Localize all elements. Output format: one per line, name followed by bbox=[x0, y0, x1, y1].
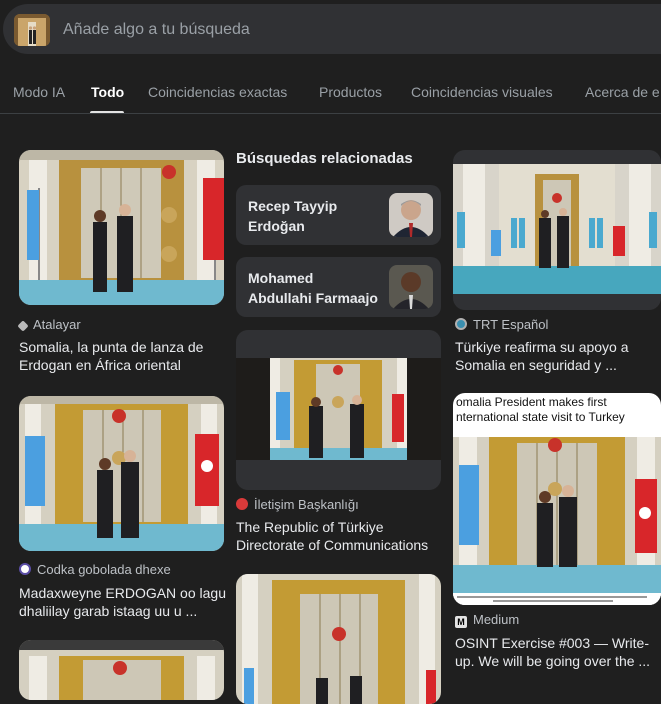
tab-acerca-de[interactable]: Acerca de e bbox=[585, 84, 660, 100]
tab-coincidencias-visuales[interactable]: Coincidencias visuales bbox=[411, 84, 553, 100]
tab-todo[interactable]: Todo bbox=[91, 84, 124, 100]
related-item-thumbnail bbox=[389, 193, 433, 237]
codka-favicon bbox=[19, 563, 31, 575]
search-image-thumbnail[interactable] bbox=[14, 14, 50, 46]
related-item-erdogan[interactable]: Recep Tayyip Erdoğan bbox=[236, 185, 441, 245]
result-title[interactable]: The Republic of Türkiye Directorate of C… bbox=[236, 518, 446, 554]
tabs-divider bbox=[0, 113, 661, 114]
related-searches-heading: Búsquedas relacionadas bbox=[236, 150, 413, 167]
result-source: Atalayar bbox=[17, 317, 81, 332]
result-title[interactable]: Türkiye reafirma su apoyo a Somalia en s… bbox=[455, 338, 650, 374]
result-source: Codka gobolada dhexe bbox=[19, 562, 171, 577]
tab-productos[interactable]: Productos bbox=[319, 84, 382, 100]
result-title[interactable]: Madaxweyne ERDOGAN oo lagu dhaliilay gar… bbox=[19, 584, 229, 620]
result-title[interactable]: OSINT Exercise #003 — Write-up. We will … bbox=[455, 634, 655, 670]
result-image[interactable] bbox=[19, 396, 224, 551]
iletisim-favicon bbox=[236, 498, 248, 510]
related-item-label: Mohamed Abdullahi Farmaajo bbox=[248, 270, 378, 306]
result-title[interactable]: Somalia, la punta de lanza de Erdogan en… bbox=[19, 338, 224, 374]
related-item-farmaajo[interactable]: Mohamed Abdullahi Farmaajo bbox=[236, 257, 441, 317]
result-source: M Medium bbox=[455, 612, 519, 628]
filter-tabs: Modo IA Todo Coincidencias exactas Produ… bbox=[0, 70, 661, 114]
result-source: TRT Español bbox=[455, 317, 548, 332]
result-image[interactable] bbox=[19, 640, 224, 700]
medium-image-headline: omalia President makes first nternationa… bbox=[456, 395, 625, 424]
result-image[interactable] bbox=[236, 330, 441, 490]
result-image[interactable] bbox=[19, 150, 224, 305]
tab-modo-ia[interactable]: Modo IA bbox=[13, 84, 65, 100]
related-item-thumbnail bbox=[389, 265, 433, 309]
related-item-label: Recep Tayyip Erdoğan bbox=[248, 198, 338, 234]
result-image[interactable]: omalia President makes first nternationa… bbox=[453, 393, 661, 605]
search-input[interactable] bbox=[61, 13, 625, 47]
atalayar-favicon bbox=[17, 320, 29, 332]
tab-coincidencias-exactas[interactable]: Coincidencias exactas bbox=[148, 84, 287, 100]
trt-favicon bbox=[455, 318, 467, 330]
result-image[interactable] bbox=[453, 150, 661, 310]
search-bar[interactable] bbox=[3, 4, 661, 54]
result-source: İletişim Başkanlığı bbox=[236, 497, 359, 512]
medium-favicon: M bbox=[455, 616, 467, 628]
